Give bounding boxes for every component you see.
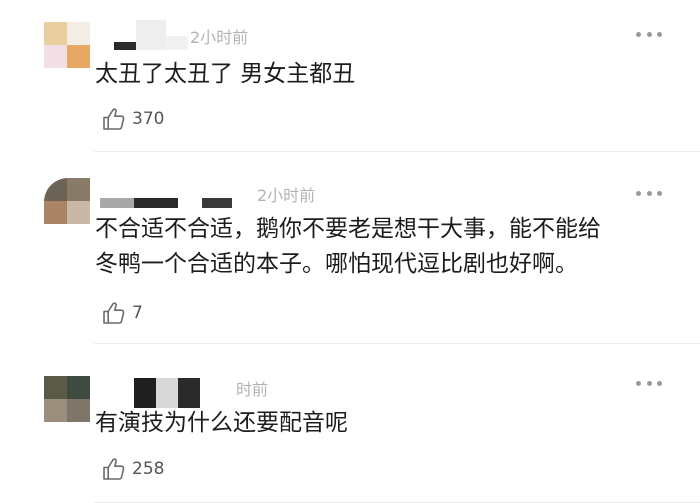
- username-pixel: [202, 198, 232, 208]
- avatar-pixel: [67, 376, 90, 399]
- thumbs-up-icon: [103, 302, 125, 324]
- avatar[interactable]: [44, 22, 90, 68]
- comment-timestamp: 2小时前: [257, 186, 316, 205]
- like-count: 258: [132, 459, 165, 479]
- comment-text: 不合适不合适，鹅你不要老是想干大事，能不能给 冬鸭一个合适的本子。哪怕现代逗比剧…: [95, 212, 675, 282]
- username-pixel: [178, 378, 200, 408]
- avatar-pixel: [67, 201, 90, 224]
- thumbs-up-icon: [103, 108, 125, 130]
- username-pixel: [166, 36, 188, 50]
- comment-timestamp: 2小时前: [190, 28, 249, 47]
- more-dots-icon[interactable]: [636, 31, 662, 37]
- username-pixel: [156, 378, 178, 408]
- comment-feed: 2小时前 太丑了太丑了 男女主都丑 370 2小时前 不合适不合适，鹅你不要老是…: [0, 0, 700, 503]
- avatar-pixel: [44, 22, 67, 45]
- username-pixel: [114, 42, 136, 50]
- username-pixel: [100, 378, 134, 408]
- like-button[interactable]: 370: [101, 106, 164, 132]
- comment-text: 有演技为什么还要配音呢: [95, 410, 348, 436]
- avatar[interactable]: [44, 178, 90, 224]
- comment-text-line: 不合适不合适，鹅你不要老是想干大事，能不能给: [95, 216, 601, 242]
- avatar-pixel: [44, 376, 67, 399]
- like-count: 370: [132, 109, 165, 129]
- thumbs-up-icon: [103, 458, 125, 480]
- like-button[interactable]: 7: [101, 300, 143, 326]
- avatar-pixel: [67, 399, 90, 422]
- comment-item: 时前 有演技为什么还要配音呢 258: [0, 344, 700, 503]
- avatar-pixel: [44, 201, 67, 224]
- like-button[interactable]: 258: [101, 456, 164, 482]
- username-pixel: [134, 198, 178, 208]
- comment-text: 太丑了太丑了 男女主都丑: [95, 61, 356, 87]
- username-pixel: [178, 198, 202, 208]
- comment-item: 2小时前 不合适不合适，鹅你不要老是想干大事，能不能给 冬鸭一个合适的本子。哪怕…: [0, 152, 700, 344]
- avatar-pixel: [67, 178, 90, 201]
- username-redacted[interactable]: [100, 378, 200, 408]
- username-redacted[interactable]: [100, 178, 232, 208]
- avatar-pixel: [67, 22, 90, 45]
- username-pixel: [100, 20, 114, 50]
- username-pixel: [136, 20, 166, 50]
- avatar[interactable]: [44, 376, 90, 422]
- avatar-pixel: [44, 45, 67, 68]
- comment-text-line: 冬鸭一个合适的本子。哪怕现代逗比剧也好啊。: [95, 251, 578, 277]
- avatar-pixel: [67, 45, 90, 68]
- avatar-pixel: [44, 178, 67, 201]
- like-count: 7: [132, 303, 143, 323]
- comment-item: 2小时前 太丑了太丑了 男女主都丑 370: [0, 0, 700, 152]
- username-pixel: [100, 198, 134, 208]
- username-redacted[interactable]: [100, 20, 188, 50]
- avatar-pixel: [44, 399, 67, 422]
- comment-timestamp: 时前: [236, 380, 269, 399]
- username-pixel: [134, 378, 156, 408]
- more-dots-icon[interactable]: [636, 190, 662, 196]
- more-dots-icon[interactable]: [636, 380, 662, 386]
